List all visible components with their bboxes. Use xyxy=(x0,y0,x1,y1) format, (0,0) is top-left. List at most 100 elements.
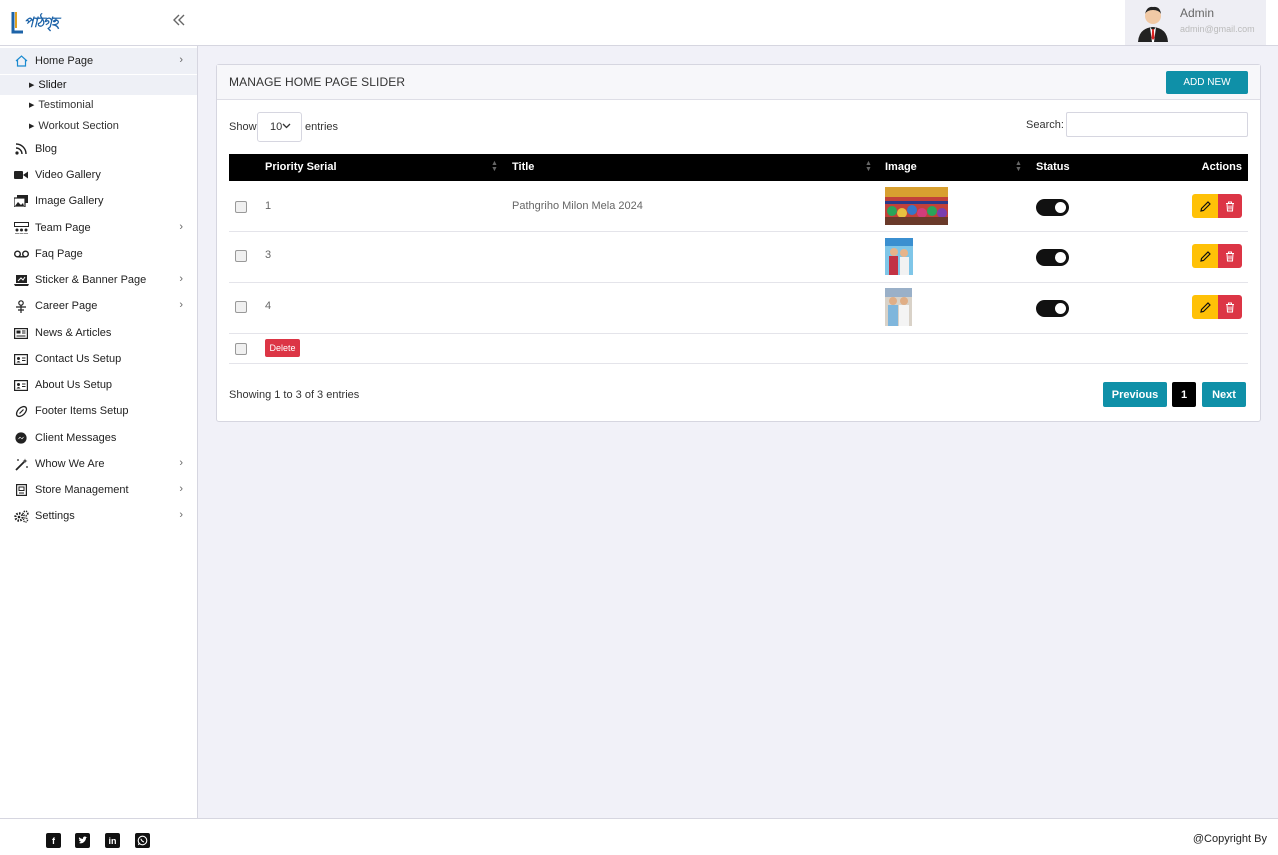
logo-mark-icon xyxy=(11,12,23,34)
show-label: Show xyxy=(229,121,257,133)
column-header-title[interactable]: Title xyxy=(512,161,534,173)
caret-right-icon: ▶ xyxy=(29,102,35,109)
page-length-select[interactable]: 10 xyxy=(257,112,302,142)
next-page-button[interactable]: Next xyxy=(1202,382,1246,407)
page-title: MANAGE HOME PAGE SLIDER xyxy=(229,75,406,89)
sort-icon[interactable]: ▲ ▼ xyxy=(491,160,498,173)
sidebar-item-client-messages[interactable]: Client Messages xyxy=(0,425,197,451)
chevron-right-icon: › xyxy=(179,483,183,495)
sort-icon[interactable]: ▲ ▼ xyxy=(865,160,872,173)
sidebar-item-career-page[interactable]: Career Page › xyxy=(0,293,197,319)
sidebar-item-sticker-banner-page[interactable]: Sticker & Banner Page › xyxy=(0,267,197,293)
user-menu[interactable]: Admin admin@gmail.com xyxy=(1125,0,1266,45)
sidebar-item-about-us-setup[interactable]: About Us Setup xyxy=(0,372,197,398)
sidebar-subitem-testimonial[interactable]: ▶ Testimonial xyxy=(0,95,197,115)
chevron-right-icon: › xyxy=(179,54,183,66)
priority-serial-cell: 3 xyxy=(265,249,272,261)
search-input[interactable] xyxy=(1066,112,1248,137)
select-all-checkbox[interactable] xyxy=(235,343,247,355)
sidebar-item-home-page[interactable]: Home Page › xyxy=(0,48,197,74)
row-checkbox[interactable] xyxy=(235,250,247,262)
previous-page-button[interactable]: Previous xyxy=(1103,382,1167,407)
chevron-right-icon: › xyxy=(179,299,183,311)
sidebar-item-label: Contact Us Setup xyxy=(35,353,122,365)
card-header: MANAGE HOME PAGE SLIDER ADD NEW xyxy=(217,65,1260,100)
chevron-right-icon: › xyxy=(179,221,183,233)
sidebar-item-label: Career Page xyxy=(35,300,98,312)
column-header-image[interactable]: Image xyxy=(885,161,917,173)
status-toggle[interactable] xyxy=(1036,249,1069,266)
sidebar-subitem-workout-section[interactable]: ▶ Workout Section xyxy=(0,116,197,136)
sidebar-item-image-gallery[interactable]: Image Gallery xyxy=(0,188,197,214)
user-email: admin@gmail.com xyxy=(1180,24,1255,34)
gears-icon xyxy=(13,509,29,523)
laptop-icon xyxy=(13,273,29,287)
home-icon xyxy=(13,54,29,68)
sidebar-item-label: News & Articles xyxy=(35,327,112,339)
edit-button[interactable] xyxy=(1192,295,1218,319)
footer: f in @Copyright By xyxy=(0,818,1278,855)
column-header-status: Status xyxy=(1036,161,1070,173)
slider-image-thumbnail[interactable] xyxy=(885,288,912,326)
sidebar-subitem-slider[interactable]: ▶ Slider xyxy=(0,75,197,95)
magic-wand-icon xyxy=(13,457,29,471)
status-toggle[interactable] xyxy=(1036,199,1069,216)
sidebar-item-label: Video Gallery xyxy=(35,169,101,181)
sidebar-item-news-articles[interactable]: News & Articles xyxy=(0,320,197,346)
caret-right-icon: ▶ xyxy=(29,123,35,130)
brand-logo[interactable]: পাঠগৃহ xyxy=(10,8,59,38)
facebook-icon[interactable]: f xyxy=(46,833,61,848)
caret-right-icon: ▶ xyxy=(29,82,35,89)
sidebar-item-label: Sticker & Banner Page xyxy=(35,274,147,286)
bulk-delete-button[interactable]: Delete xyxy=(265,339,300,357)
images-icon xyxy=(13,194,29,208)
column-header-actions: Actions xyxy=(1201,161,1242,173)
sidebar-item-footer-items-setup[interactable]: Footer Items Setup xyxy=(0,398,197,424)
table-row: 3 xyxy=(229,232,1248,283)
status-toggle[interactable] xyxy=(1036,300,1069,317)
sidebar-item-label: Whow We Are xyxy=(35,458,105,470)
table-row: 4 xyxy=(229,283,1248,334)
add-new-button[interactable]: ADD NEW xyxy=(1166,71,1248,94)
priority-serial-cell: 4 xyxy=(265,300,272,312)
sidebar-item-label: Settings xyxy=(35,510,75,522)
sidebar-item-settings[interactable]: Settings › xyxy=(0,503,197,529)
linkedin-icon[interactable]: in xyxy=(105,833,120,848)
slider-image-thumbnail[interactable] xyxy=(885,238,913,275)
sidebar-item-faq-page[interactable]: Faq Page xyxy=(0,241,197,267)
sidebar-item-whow-we-are[interactable]: Whow We Are › xyxy=(0,451,197,477)
edit-button[interactable] xyxy=(1192,244,1218,268)
sidebar-item-label: Team Page xyxy=(35,222,91,234)
edit-button[interactable] xyxy=(1192,194,1218,218)
sidebar-item-contact-us-setup[interactable]: Contact Us Setup xyxy=(0,346,197,372)
row-checkbox[interactable] xyxy=(235,301,247,313)
trash-icon xyxy=(1226,201,1234,211)
sidebar-item-video-gallery[interactable]: Video Gallery xyxy=(0,162,197,188)
search-label: Search: xyxy=(1026,119,1064,131)
newspaper-icon xyxy=(13,326,29,340)
delete-button[interactable] xyxy=(1218,295,1242,319)
sidebar-item-store-management[interactable]: Store Management › xyxy=(0,477,197,503)
row-checkbox[interactable] xyxy=(235,201,247,213)
collapse-sidebar-icon[interactable] xyxy=(172,13,188,29)
team-icon xyxy=(13,221,29,235)
sidebar-subitem-label: Slider xyxy=(38,79,67,91)
slider-image-thumbnail[interactable] xyxy=(885,187,948,225)
football-icon xyxy=(13,404,29,418)
trash-icon xyxy=(1226,251,1234,261)
sidebar-item-label: Client Messages xyxy=(35,432,117,444)
sort-icon[interactable]: ▲ ▼ xyxy=(1015,160,1022,173)
column-header-priority-serial[interactable]: Priority Serial xyxy=(265,161,337,173)
sidebar-subitem-label: Testimonial xyxy=(38,99,94,111)
sidebar-item-blog[interactable]: Blog xyxy=(0,136,197,162)
messenger-icon xyxy=(13,431,29,445)
delete-button[interactable] xyxy=(1218,244,1242,268)
entries-label: entries xyxy=(305,121,339,133)
sidebar-item-team-page[interactable]: Team Page › xyxy=(0,215,197,241)
id-card-icon xyxy=(13,352,29,366)
twitter-icon[interactable] xyxy=(75,833,90,848)
voicemail-icon xyxy=(13,247,29,261)
whatsapp-icon[interactable] xyxy=(135,833,150,848)
delete-button[interactable] xyxy=(1218,194,1242,218)
page-number-button[interactable]: 1 xyxy=(1172,382,1196,407)
